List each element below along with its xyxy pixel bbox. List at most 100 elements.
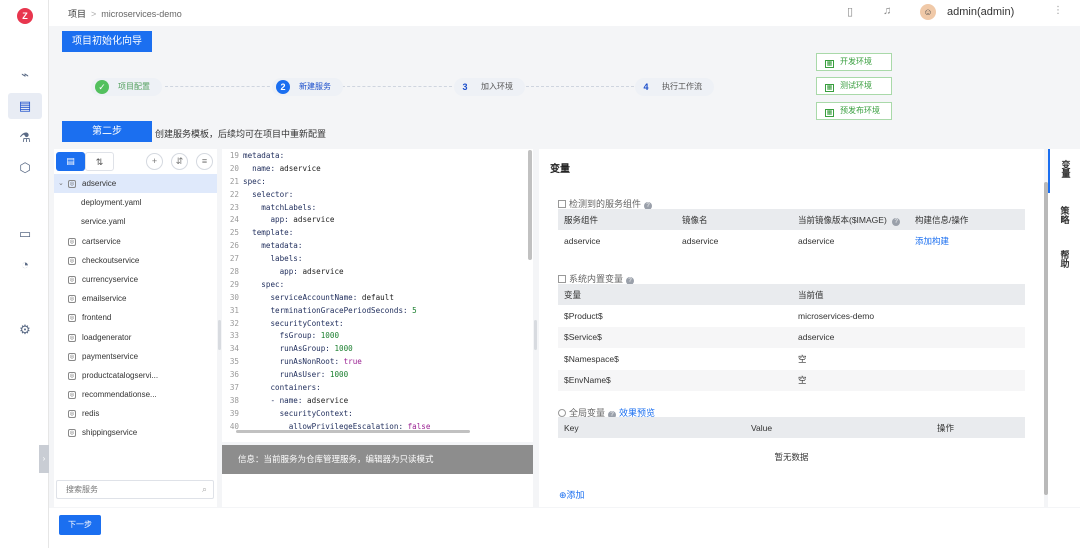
step-connector [516, 86, 634, 87]
collapse-caret-icon[interactable]: ⌄ [58, 174, 64, 193]
env-label: 测试环境 [840, 81, 872, 90]
test-flask-icon[interactable]: ⚗ [16, 129, 34, 147]
code-key: app: [279, 267, 298, 277]
monitor-icon[interactable]: ▭ [16, 225, 34, 243]
left-pane-splitter[interactable] [218, 320, 221, 350]
step-run-workflow[interactable]: 4 执行工作流 [635, 78, 714, 96]
service-item[interactable]: ◎ shippingservice [54, 423, 217, 442]
empty-placeholder: 暂无数据 [774, 452, 809, 462]
env-icon: ▦ [825, 84, 834, 92]
right-side-tabs: 变量 策略 帮助 [1048, 149, 1080, 507]
table-row: $Product$ microservices-demo [558, 305, 1025, 327]
breadcrumb: 项目 > microservices-demo [68, 7, 182, 20]
tab-variables[interactable]: 变量 [1048, 149, 1080, 193]
cell-value: 空 [798, 353, 807, 364]
editor-horizontal-scrollbar[interactable] [236, 430, 470, 433]
code-key: name: [252, 163, 276, 173]
project-init-wizard-button[interactable]: 项目初始化向导 [62, 31, 152, 52]
table-row: $Namespace$ 空 [558, 348, 1025, 370]
search-icon[interactable]: ⌕ [202, 484, 207, 495]
service-icon: ◎ [68, 429, 76, 438]
editor-vertical-scrollbar[interactable] [528, 150, 532, 260]
code-key: runAsNonRoot: [279, 357, 340, 367]
sort-tab-icon[interactable]: ⇅ [85, 152, 114, 171]
service-search-input[interactable] [66, 481, 196, 498]
code-value: 1000 [325, 370, 349, 380]
service-file-item[interactable]: deployment.yaml [54, 193, 217, 212]
service-name: frontend [82, 313, 112, 323]
env-button-staging[interactable]: ▦ 预发布环境 [816, 102, 892, 120]
step-project-config[interactable]: ✓ 项目配置 [91, 78, 162, 96]
app-logo-icon[interactable]: Z [17, 8, 33, 24]
env-button-dev[interactable]: ▦ 开发环境 [816, 53, 892, 71]
code-line: 36 runAsUser: 1000 [222, 369, 533, 382]
code-value: 5 [407, 305, 417, 315]
service-item[interactable]: ◎ loadgenerator [54, 328, 217, 347]
settings-gear-icon[interactable]: ⚙ [16, 321, 34, 339]
more-menu-icon[interactable]: ⋮ [1053, 5, 1063, 16]
line-number: 25 [229, 228, 239, 238]
cell-variable: $Namespace$ [564, 353, 619, 364]
tab-label: 帮助 [1059, 250, 1070, 268]
service-item[interactable]: ◎ productcatalogservi... [54, 366, 217, 385]
help-icon[interactable]: ? [892, 217, 901, 226]
service-item[interactable]: ◎ redis [54, 404, 217, 423]
service-file-item[interactable]: service.yaml [54, 212, 217, 231]
cell-variable: $Service$ [558, 326, 792, 348]
add-global-variable-link[interactable]: ⊕添加 [559, 488, 585, 501]
cell-value: 空 [792, 369, 1025, 391]
docs-book-icon[interactable]: ▯ [847, 5, 853, 18]
step-connector [165, 86, 275, 87]
user-name[interactable]: admin(admin) [947, 6, 1014, 18]
more-tools-icon[interactable]: ≡ [196, 153, 213, 170]
step-check-icon: ✓ [95, 80, 109, 94]
line-number: 21 [229, 176, 239, 186]
service-item[interactable]: ◎ cartservice [54, 232, 217, 251]
tab-help[interactable]: 帮助 [1048, 247, 1080, 271]
right-pane-splitter[interactable] [534, 320, 537, 350]
service-item[interactable]: ◎ checkoutservice [54, 251, 217, 270]
expand-rail-handle[interactable]: › [39, 445, 49, 473]
step-label: 加入环境 [481, 82, 513, 91]
breadcrumb-separator: > [91, 9, 97, 19]
step-two-description: 创建服务模板，后续均可在项目中重新配置 [155, 129, 327, 139]
code-line: 20 name: adservice [222, 163, 533, 176]
step-join-env[interactable]: 3 加入环境 [454, 78, 525, 96]
cell-version: adservice [798, 235, 835, 246]
step-number: 4 [643, 82, 649, 92]
add-service-icon[interactable]: + [146, 153, 163, 170]
service-name: currencyservice [82, 274, 139, 284]
tab-label: 策略 [1059, 206, 1070, 224]
user-avatar[interactable]: ☺ [920, 4, 936, 20]
yaml-code-editor[interactable]: 19 metadata: 20 name: adservice 21 spec: 22 s… [222, 149, 533, 442]
service-item[interactable]: ◎ frontend [54, 308, 217, 327]
line-number: 38 [229, 395, 239, 405]
breadcrumb-root[interactable]: 项目 [68, 9, 86, 19]
service-item[interactable]: ◎ emailservice [54, 289, 217, 308]
dashboard-icon[interactable]: ⌁ [16, 66, 34, 84]
projects-icon[interactable]: ▤ [8, 93, 42, 119]
tab-strategy[interactable]: 策略 [1048, 203, 1080, 227]
service-item-selected[interactable]: ⌄ ◎ adservice [54, 174, 217, 194]
service-item[interactable]: ◎ recommendationse... [54, 385, 217, 404]
code-line: 19 metadata: [222, 150, 533, 163]
notification-bell-icon[interactable]: ♫ [883, 5, 891, 17]
package-icon[interactable]: ⬡ [16, 159, 34, 177]
service-item[interactable]: ◎ paymentservice [54, 347, 217, 366]
chart-pie-icon[interactable]: ◔ [16, 256, 34, 274]
service-item[interactable]: ◎ currencyservice [54, 270, 217, 289]
service-tree-tab-icon[interactable]: ▤ [56, 152, 85, 171]
code-key: securityContext: [270, 318, 344, 328]
code-key: spec: [261, 279, 285, 289]
add-build-link[interactable]: 添加构建 [915, 236, 949, 246]
env-button-test[interactable]: ▦ 测试环境 [816, 77, 892, 95]
next-step-button[interactable]: 下一步 [59, 515, 101, 535]
step-new-service[interactable]: 2 新建服务 [272, 78, 343, 96]
import-service-icon[interactable]: ⇵ [171, 153, 188, 170]
top-header: 项目 > microservices-demo ▯ ♫ ☺ admin(admin)… [49, 0, 1080, 26]
tab-label: 变量 [1060, 160, 1071, 178]
